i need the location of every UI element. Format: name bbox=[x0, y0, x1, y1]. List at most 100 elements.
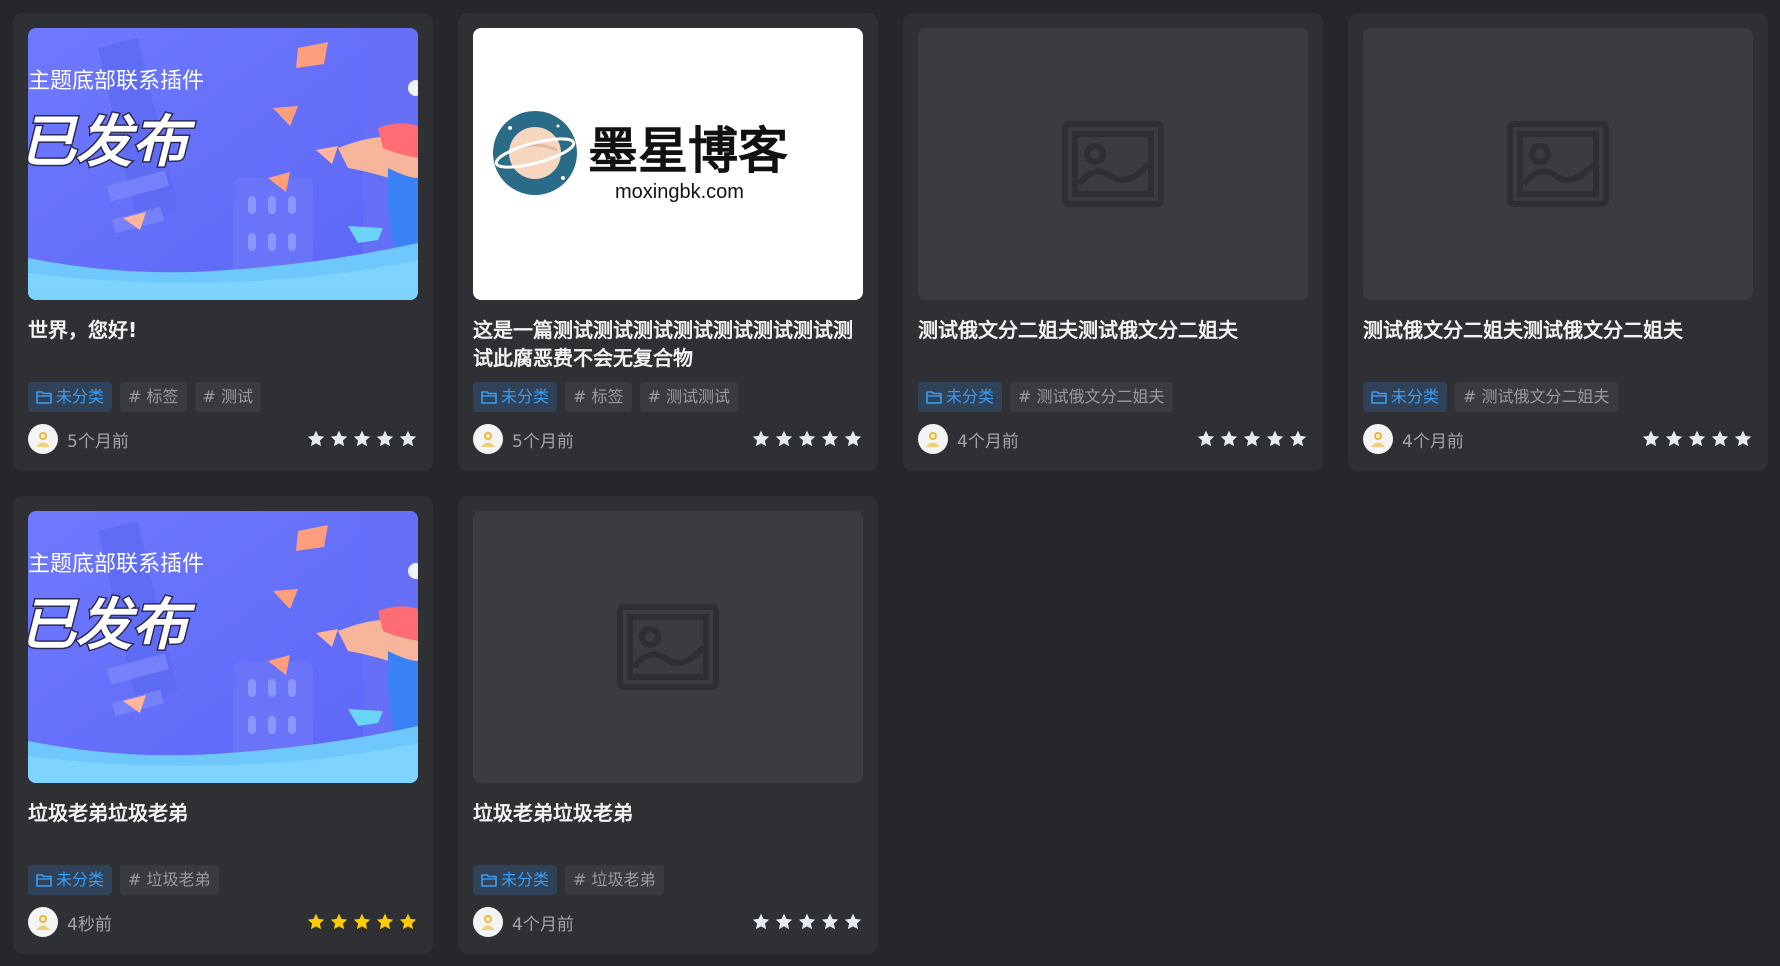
category-tag[interactable]: 未分类 bbox=[28, 382, 113, 412]
post-rating[interactable] bbox=[751, 429, 863, 449]
folder-icon bbox=[36, 874, 52, 887]
author-avatar[interactable] bbox=[28, 907, 58, 937]
post-time: 4个月前 bbox=[512, 914, 574, 935]
star-icon[interactable] bbox=[329, 429, 349, 449]
logo-name: 墨星博客 bbox=[588, 121, 788, 180]
star-icon[interactable] bbox=[375, 912, 395, 932]
category-label: 未分类 bbox=[946, 387, 995, 406]
star-icon[interactable] bbox=[1196, 429, 1216, 449]
star-icon[interactable] bbox=[843, 429, 863, 449]
planet-icon bbox=[493, 111, 577, 195]
star-icon[interactable] bbox=[820, 912, 840, 932]
folder-icon bbox=[1371, 391, 1387, 404]
post-title[interactable]: 测试俄文分二姐夫测试俄文分二姐夫 bbox=[918, 316, 1308, 372]
category-tag[interactable]: 未分类 bbox=[473, 865, 558, 895]
star-icon[interactable] bbox=[306, 429, 326, 449]
star-icon[interactable] bbox=[1710, 429, 1730, 449]
post-card[interactable]: 测试俄文分二姐夫测试俄文分二姐夫 未分类 # 测试俄文分二姐夫 4个月前 bbox=[1348, 13, 1768, 471]
star-icon[interactable] bbox=[1219, 429, 1239, 449]
author-avatar[interactable] bbox=[473, 424, 503, 454]
star-icon[interactable] bbox=[352, 912, 372, 932]
image-placeholder-icon bbox=[473, 511, 863, 783]
post-tag[interactable]: # 垃圾老弟 bbox=[565, 865, 664, 895]
post-meta: 4个月前 bbox=[918, 423, 1308, 455]
post-tag[interactable]: # 标签 bbox=[120, 382, 187, 412]
star-icon[interactable] bbox=[751, 912, 771, 932]
post-rating[interactable] bbox=[1641, 429, 1753, 449]
category-tag[interactable]: 未分类 bbox=[473, 382, 558, 412]
star-icon[interactable] bbox=[398, 912, 418, 932]
star-icon[interactable] bbox=[1733, 429, 1753, 449]
post-thumbnail[interactable] bbox=[1363, 28, 1753, 300]
user-icon bbox=[481, 915, 495, 930]
star-icon[interactable] bbox=[352, 429, 372, 449]
star-icon[interactable] bbox=[774, 912, 794, 932]
star-icon[interactable] bbox=[306, 912, 326, 932]
post-rating[interactable] bbox=[751, 912, 863, 932]
author-avatar[interactable] bbox=[28, 424, 58, 454]
user-icon bbox=[481, 432, 495, 447]
post-title[interactable]: 垃圾老弟垃圾老弟 bbox=[473, 799, 863, 855]
post-tags: 未分类 # 垃圾老弟 bbox=[473, 865, 664, 895]
post-card[interactable]: 测试俄文分二姐夫测试俄文分二姐夫 未分类 # 测试俄文分二姐夫 4个月前 bbox=[903, 13, 1323, 471]
post-tags: 未分类 # 标签 # 测试测试 bbox=[473, 382, 739, 412]
post-meta: 5个月前 bbox=[28, 423, 418, 455]
star-icon[interactable] bbox=[1288, 429, 1308, 449]
star-icon[interactable] bbox=[1641, 429, 1661, 449]
user-icon bbox=[1371, 432, 1385, 447]
star-icon[interactable] bbox=[1265, 429, 1285, 449]
star-icon[interactable] bbox=[774, 429, 794, 449]
post-card[interactable]: 垃圾老弟垃圾老弟 未分类 # 垃圾老弟 4个月前 bbox=[458, 496, 878, 954]
folder-icon bbox=[926, 391, 942, 404]
star-icon[interactable] bbox=[843, 912, 863, 932]
post-tag[interactable]: # 垃圾老弟 bbox=[120, 865, 219, 895]
author-avatar[interactable] bbox=[473, 907, 503, 937]
post-title[interactable]: 测试俄文分二姐夫测试俄文分二姐夫 bbox=[1363, 316, 1753, 372]
logo-domain: moxingbk.com bbox=[615, 181, 744, 203]
post-card[interactable]: 主题底部联系插件 已发布 世界，您好! 未分类 # 标签 # 测试 5个月前 bbox=[13, 13, 433, 471]
post-card[interactable]: 墨星博客 moxingbk.com 这是一篇测试测试测试测试测试测试测试测试此腐… bbox=[458, 13, 878, 471]
star-icon[interactable] bbox=[797, 912, 817, 932]
post-tag[interactable]: # 测试俄文分二姐夫 bbox=[1010, 382, 1173, 412]
post-thumbnail[interactable]: 主题底部联系插件 已发布 bbox=[28, 28, 418, 300]
post-tag[interactable]: # 测试测试 bbox=[639, 382, 739, 412]
post-rating[interactable] bbox=[306, 912, 418, 932]
post-tag[interactable]: # 标签 bbox=[565, 382, 632, 412]
author-avatar[interactable] bbox=[1363, 424, 1393, 454]
post-card[interactable]: 主题底部联系插件 已发布 垃圾老弟垃圾老弟 未分类 # 垃圾老弟 4秒前 bbox=[13, 496, 433, 954]
post-thumbnail[interactable] bbox=[473, 511, 863, 783]
post-grid: 主题底部联系插件 已发布 世界，您好! 未分类 # 标签 # 测试 5个月前 墨… bbox=[13, 13, 1768, 954]
post-tags: 未分类 # 测试俄文分二姐夫 bbox=[1363, 382, 1618, 412]
post-thumbnail[interactable]: 墨星博客 moxingbk.com bbox=[473, 28, 863, 300]
post-tags: 未分类 # 测试俄文分二姐夫 bbox=[918, 382, 1173, 412]
post-title[interactable]: 世界，您好! bbox=[28, 316, 418, 372]
star-icon[interactable] bbox=[329, 912, 349, 932]
star-icon[interactable] bbox=[1664, 429, 1684, 449]
star-icon[interactable] bbox=[797, 429, 817, 449]
post-rating[interactable] bbox=[1196, 429, 1308, 449]
star-icon[interactable] bbox=[820, 429, 840, 449]
post-title[interactable]: 这是一篇测试测试测试测试测试测试测试测试此腐恶费不会无复合物 bbox=[473, 316, 863, 372]
post-title[interactable]: 垃圾老弟垃圾老弟 bbox=[28, 799, 418, 855]
post-thumbnail[interactable]: 主题底部联系插件 已发布 bbox=[28, 511, 418, 783]
post-thumbnail[interactable] bbox=[918, 28, 1308, 300]
category-label: 未分类 bbox=[56, 387, 105, 406]
star-icon[interactable] bbox=[1242, 429, 1262, 449]
category-tag[interactable]: 未分类 bbox=[1363, 382, 1448, 412]
post-meta: 4个月前 bbox=[473, 906, 863, 938]
category-label: 未分类 bbox=[56, 870, 105, 889]
star-icon[interactable] bbox=[751, 429, 771, 449]
star-icon[interactable] bbox=[1687, 429, 1707, 449]
post-tag[interactable]: # 测试 bbox=[194, 382, 262, 412]
post-time: 4秒前 bbox=[67, 914, 112, 935]
post-tags: 未分类 # 垃圾老弟 bbox=[28, 865, 219, 895]
category-tag[interactable]: 未分类 bbox=[918, 382, 1003, 412]
star-icon[interactable] bbox=[375, 429, 395, 449]
folder-icon bbox=[481, 874, 497, 887]
author-avatar[interactable] bbox=[918, 424, 948, 454]
category-tag[interactable]: 未分类 bbox=[28, 865, 113, 895]
user-icon bbox=[36, 432, 50, 447]
post-rating[interactable] bbox=[306, 429, 418, 449]
post-tag[interactable]: # 测试俄文分二姐夫 bbox=[1455, 382, 1618, 412]
star-icon[interactable] bbox=[398, 429, 418, 449]
